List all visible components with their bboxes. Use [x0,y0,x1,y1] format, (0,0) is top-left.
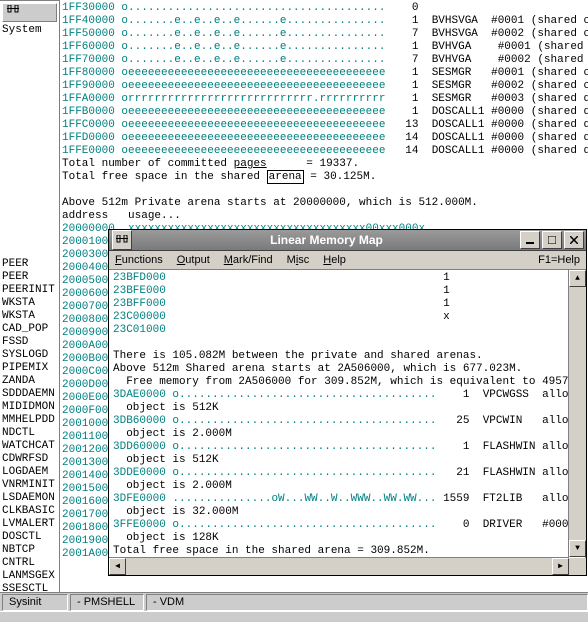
list-item[interactable]: NDCTL [0,427,59,440]
horizontal-scrollbar[interactable]: ◀ ▶ [109,557,569,575]
list-item[interactable]: NBTCP [0,544,59,557]
window-title: Linear Memory Map [135,234,518,247]
list-item[interactable]: PEERINIT [0,284,59,297]
list-item[interactable]: WKSTA [0,310,59,323]
linear-memory-map-window: Linear Memory Map Functions Output Mark/… [108,229,587,576]
list-item[interactable]: CNTRL [0,557,59,570]
menu-misc[interactable]: Misc [287,254,310,267]
list-item[interactable]: WATCHCAT [0,440,59,453]
list-item[interactable]: LSDAEMON [0,492,59,505]
resize-grip[interactable] [569,558,586,575]
statusbar: Sysinit - PMSHELL - VDM [0,592,588,612]
list-item[interactable]: SDDDAEMN [0,388,59,401]
system-label[interactable]: System [0,24,59,37]
list-item[interactable]: FSSD [0,336,59,349]
list-item[interactable]: PEER [0,258,59,271]
minimize-button[interactable] [520,231,540,249]
list-item[interactable]: LVMALERT [0,518,59,531]
menu-markfind[interactable]: Mark/Find [224,254,273,267]
list-item[interactable]: CAD_POP [0,323,59,336]
scroll-left-button[interactable]: ◀ [109,558,126,575]
status-sysinit: Sysinit [2,594,68,611]
list-item[interactable]: CLKBASIC [0,505,59,518]
scroll-right-button[interactable]: ▶ [552,558,569,575]
list-item[interactable]: CDWRFSD [0,453,59,466]
list-item[interactable]: MMHELPDD [0,414,59,427]
list-item[interactable]: LOGDAEM [0,466,59,479]
system-icon-label[interactable] [2,3,57,22]
memory-map-text[interactable]: 23BFD000 1 23BFE000 1 23BFF000 1 23C0000… [109,270,568,557]
maximize-button[interactable] [542,231,562,249]
scroll-up-button[interactable]: ▲ [569,270,586,287]
menu-output[interactable]: Output [177,254,210,267]
list-item[interactable]: PIPEMIX [0,362,59,375]
left-process-list: System PEER PEER PEERINIT WKSTA WKSTA CA… [0,0,60,593]
system-menu-icon[interactable] [112,230,132,250]
close-button[interactable] [564,231,584,249]
bottom-border [0,611,588,622]
status-vdm: - VDM [146,594,588,611]
list-item[interactable]: LANMSGEX [0,570,59,583]
menu-functions[interactable]: Functions [115,254,163,267]
list-item[interactable]: ZANDA [0,375,59,388]
list-item[interactable]: PEER [0,271,59,284]
status-pmshell: - PMSHELL [70,594,144,611]
window-titlebar[interactable]: Linear Memory Map [109,230,586,251]
scroll-down-button[interactable]: ▼ [569,540,586,557]
list-item[interactable]: VNRMINIT [0,479,59,492]
list-item[interactable]: SYSLOGD [0,349,59,362]
list-item[interactable]: MIDIDMON [0,401,59,414]
list-item[interactable]: WKSTA [0,297,59,310]
f1-help-hint: F1=Help [538,254,580,267]
menubar: Functions Output Mark/Find Misc Help F1=… [109,251,586,270]
list-item[interactable]: DOSCTL [0,531,59,544]
menu-help[interactable]: Help [323,254,346,267]
vertical-scrollbar[interactable]: ▲ ▼ [568,270,586,557]
